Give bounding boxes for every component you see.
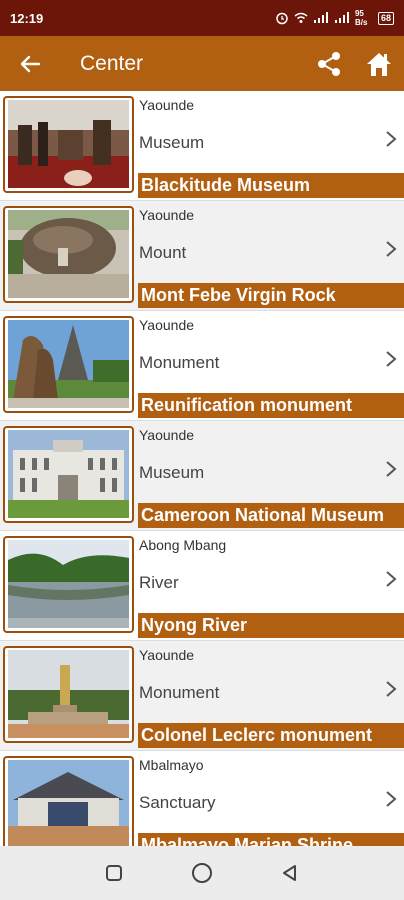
place-category: Monument (139, 683, 220, 702)
chevron-right-icon (386, 131, 397, 147)
arrow-left-icon (20, 55, 41, 72)
status-icons: 95 B/s 68 (275, 9, 394, 27)
chevron-right-icon (386, 681, 397, 697)
home-button[interactable] (354, 36, 404, 91)
place-thumbnail (3, 96, 134, 193)
network-speed: 95 B/s (354, 9, 368, 27)
share-icon (318, 51, 340, 76)
list-item[interactable]: Yaounde Mount Mont Febe Virgin Rock (0, 201, 404, 311)
list-item[interactable]: Yaounde Museum Cameroon National Museum (0, 421, 404, 531)
list-item[interactable]: Abong Mbang River Nyong River (0, 531, 404, 641)
place-category: River (139, 573, 179, 592)
place-category: Monument (139, 353, 220, 372)
chevron-right-icon (386, 461, 397, 477)
status-bar: 12:19 95 B/s 68 (0, 0, 404, 36)
chevron-right-icon (386, 351, 397, 367)
place-city: Mbalmayo (139, 757, 204, 773)
place-name: Blackitude Museum (138, 173, 404, 198)
home-icon (367, 52, 391, 76)
place-name: Mbalmayo Marian Shrine (138, 833, 404, 846)
list-item[interactable]: Yaounde Museum Blackitude Museum (0, 91, 404, 201)
place-category: Mount (139, 243, 187, 262)
place-city: Yaounde (139, 207, 195, 223)
place-thumbnail (3, 316, 134, 413)
place-city: Yaounde (139, 647, 195, 663)
list-item[interactable]: Yaounde Monument Colonel Leclerc monumen… (0, 641, 404, 751)
signal-icon-2 (334, 12, 349, 23)
place-category: Sanctuary (139, 793, 216, 812)
app-bar: Center (0, 36, 404, 91)
signal-icon (313, 12, 328, 23)
place-city: Yaounde (139, 317, 195, 333)
place-name: Mont Febe Virgin Rock (138, 283, 404, 308)
battery-icon: 68 (377, 11, 394, 25)
place-name: Nyong River (138, 613, 404, 638)
recents-button[interactable] (94, 853, 134, 893)
place-thumbnail (3, 536, 134, 633)
place-thumbnail (3, 646, 134, 743)
place-thumbnail (3, 426, 134, 523)
back-button[interactable] (0, 36, 60, 91)
place-thumbnail (3, 756, 134, 846)
status-time: 12:19 (10, 10, 44, 26)
alarm-icon (276, 12, 288, 25)
share-button[interactable] (304, 36, 354, 91)
place-city: Abong Mbang (139, 537, 227, 553)
place-category: Museum (139, 463, 205, 482)
list-item[interactable]: Yaounde Monument Reunification monument (0, 311, 404, 421)
chevron-right-icon (386, 241, 397, 257)
place-thumbnail (3, 206, 134, 303)
list-item[interactable]: Mbalmayo Sanctuary Mbalmayo Marian Shrin… (0, 751, 404, 846)
circle-icon (192, 863, 212, 883)
place-name: Colonel Leclerc monument (138, 723, 404, 748)
page-title: Center (80, 51, 144, 75)
back-nav-button[interactable] (270, 853, 310, 893)
system-nav-bar (0, 846, 404, 900)
place-name: Cameroon National Museum (138, 503, 404, 528)
places-list[interactable]: Yaounde Museum Blackitude Museum Yaounde… (0, 91, 404, 846)
place-city: Yaounde (139, 427, 195, 443)
square-icon (106, 865, 122, 881)
place-city: Yaounde (139, 97, 195, 113)
wifi-icon (294, 12, 308, 23)
triangle-back-icon (283, 865, 296, 881)
chevron-right-icon (386, 571, 397, 587)
place-name: Reunification monument (138, 393, 404, 418)
home-nav-button[interactable] (182, 853, 222, 893)
chevron-right-icon (386, 791, 397, 807)
place-category: Museum (139, 133, 205, 152)
